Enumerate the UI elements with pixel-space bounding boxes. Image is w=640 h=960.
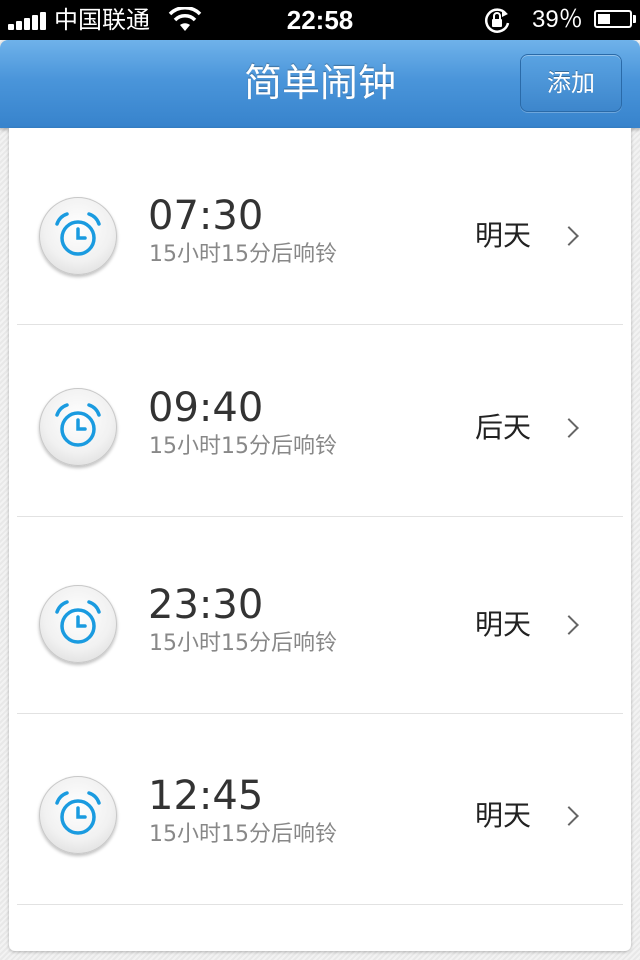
- alarm-countdown: 15小时15分后响铃: [149, 434, 337, 459]
- nav-bar: 简单闹钟 添加: [0, 40, 640, 128]
- alarm-time: 12:45: [148, 773, 264, 819]
- battery-icon: [594, 10, 636, 28]
- alarm-countdown: 15小时15分后响铃: [149, 822, 337, 847]
- row-divider: [17, 904, 623, 905]
- alarm-day: 后天: [475, 411, 532, 444]
- alarm-clock-icon: [39, 197, 117, 275]
- battery-percent: 39％: [532, 6, 583, 33]
- alarm-row-1[interactable]: 07:30 15小时15分后响铃 明天: [9, 128, 631, 325]
- alarm-countdown: 15小时15分后响铃: [149, 631, 337, 656]
- chevron-right-icon: [559, 418, 579, 438]
- alarm-countdown: 15小时15分后响铃: [149, 242, 337, 267]
- chevron-right-icon: [559, 226, 579, 246]
- alarm-clock-icon: [39, 776, 117, 854]
- alarm-list: 07:30 15小时15分后响铃 明天 09:40 15小时15分后响铃 后天 …: [9, 128, 631, 951]
- alarm-row-3[interactable]: 23:30 15小时15分后响铃 明天: [9, 517, 631, 714]
- add-alarm-button[interactable]: 添加: [520, 54, 622, 112]
- chevron-right-icon: [559, 806, 579, 826]
- alarm-day: 明天: [475, 799, 532, 832]
- alarm-day: 明天: [475, 219, 532, 252]
- status-bar: 中国联通 22:58 39％: [0, 0, 640, 40]
- alarm-clock-icon: [39, 585, 117, 663]
- chevron-right-icon: [559, 615, 579, 635]
- alarm-time: 07:30: [148, 193, 264, 239]
- battery-fill: [598, 14, 610, 24]
- alarm-clock-icon: [39, 388, 117, 466]
- alarm-day: 明天: [475, 608, 532, 641]
- alarm-row-2[interactable]: 09:40 15小时15分后响铃 后天: [9, 325, 631, 517]
- alarm-row-4[interactable]: 12:45 15小时15分后响铃 明天: [9, 714, 631, 905]
- alarm-time: 09:40: [148, 385, 264, 431]
- rotation-lock-icon: [485, 8, 510, 33]
- alarm-time: 23:30: [148, 582, 264, 628]
